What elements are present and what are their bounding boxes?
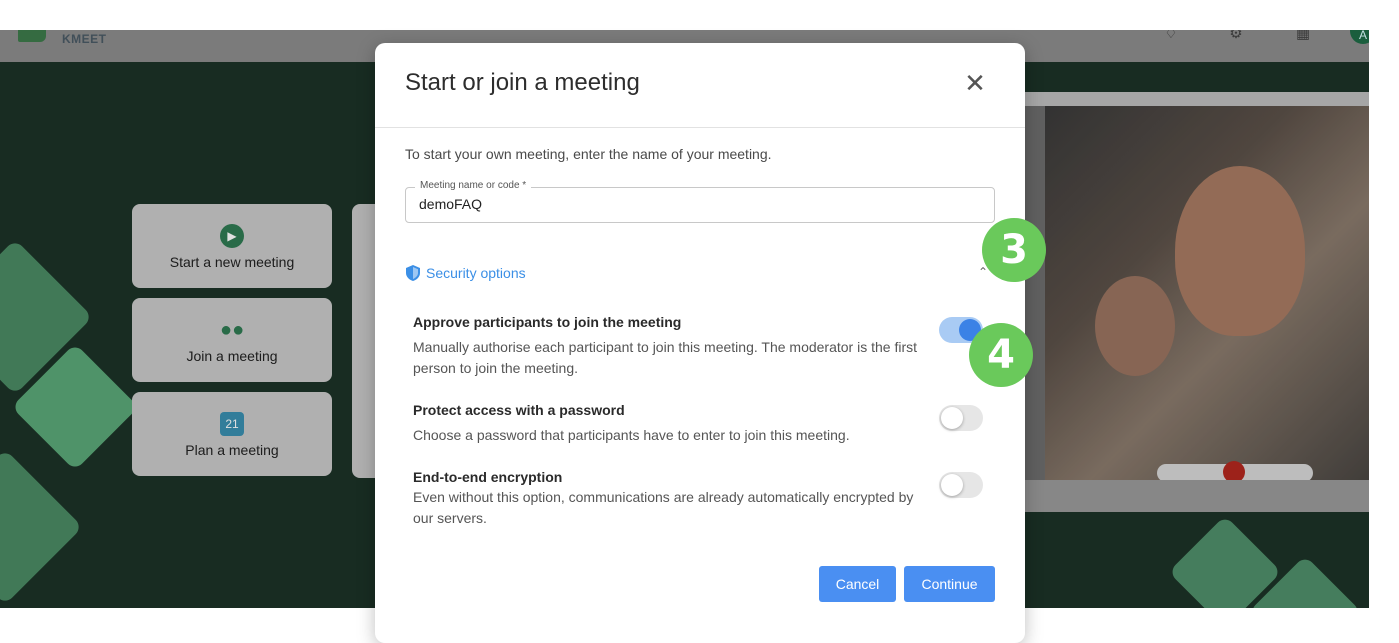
meeting-name-input[interactable]	[419, 196, 979, 212]
security-options-label: Security options	[426, 265, 526, 281]
option-description: Manually authorise each participant to j…	[413, 339, 917, 376]
option-description: Choose a password that participants have…	[413, 427, 850, 443]
dialog-title: Start or join a meeting	[405, 69, 640, 96]
option-title: End-to-end encryption	[413, 469, 563, 485]
encryption-toggle[interactable]	[939, 472, 983, 498]
option-title: Protect access with a password	[413, 402, 625, 418]
security-options-toggle[interactable]: Security options	[406, 265, 526, 281]
password-toggle[interactable]	[939, 405, 983, 431]
meeting-name-label: Meeting name or code *	[415, 180, 532, 191]
option-description: Even without this option, communications…	[413, 489, 914, 526]
step-3-badge: 3	[982, 218, 1046, 282]
step-4-badge: 4	[969, 323, 1033, 387]
meeting-name-field[interactable]: Meeting name or code *	[405, 180, 995, 223]
shield-icon	[406, 265, 420, 281]
divider	[375, 127, 1025, 128]
continue-button[interactable]: Continue	[904, 566, 995, 602]
close-icon[interactable]: ✕	[962, 70, 988, 97]
toggle-knob	[941, 407, 963, 429]
dialog-intro: To start your own meeting, enter the nam…	[405, 146, 772, 162]
cancel-button[interactable]: Cancel	[819, 566, 896, 602]
start-join-meeting-dialog: Start or join a meeting ✕ To start your …	[375, 43, 1025, 643]
option-title: Approve participants to join the meeting	[413, 314, 682, 330]
toggle-knob	[941, 474, 963, 496]
